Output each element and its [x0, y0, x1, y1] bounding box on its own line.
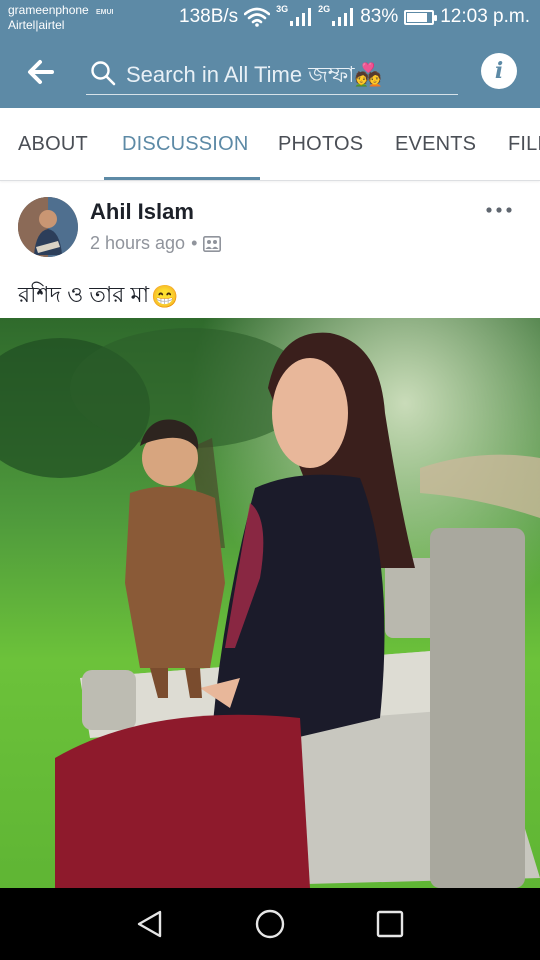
carrier-info: grameenphone Airtel|airtel	[8, 3, 89, 33]
network-type-primary: 3G	[276, 4, 289, 14]
back-triangle-icon[interactable]	[134, 908, 166, 940]
post-photo[interactable]	[0, 318, 540, 888]
search-icon	[91, 61, 116, 86]
clock: 12:03 p.m.	[440, 6, 530, 27]
post-author[interactable]: Ahil Islam	[90, 199, 194, 225]
avatar-photo	[18, 197, 78, 257]
network-speed: 138B/s	[179, 6, 239, 27]
grin-emoji: 😁	[151, 283, 179, 309]
tab-discussion[interactable]: DISCUSSION	[122, 108, 248, 180]
battery-icon	[404, 9, 438, 25]
signal-icon-secondary	[332, 8, 354, 26]
post-text-content: রশিদ ও তার মা	[18, 282, 150, 307]
meta-separator: •	[191, 233, 198, 253]
search-input[interactable]: Search in All Time জম্ফা💑	[86, 52, 458, 95]
recents-square-icon[interactable]	[374, 908, 406, 940]
status-bar: grameenphone Airtel|airtel EMUI 138B/s 3…	[0, 0, 540, 36]
post-meta: 2 hours ago •	[90, 233, 222, 254]
info-icon: i	[494, 58, 504, 84]
group-tabs: ABOUT DISCUSSION PHOTOS EVENTS FILE	[0, 108, 540, 181]
signal-icon	[290, 8, 312, 26]
tab-events[interactable]: EVENTS	[395, 108, 476, 180]
tab-about[interactable]: ABOUT	[18, 108, 88, 180]
wifi-icon	[244, 7, 271, 27]
emui-badge: EMUI	[96, 9, 114, 16]
battery-percent: 83%	[360, 6, 399, 27]
info-button[interactable]: i	[481, 53, 517, 89]
post-time[interactable]: 2 hours ago	[90, 233, 185, 254]
network-type-secondary: 2G	[318, 4, 331, 14]
avatar[interactable]	[18, 197, 78, 257]
status-indicators: 138B/s 3G 2G 83% 12:03 p.m.	[179, 4, 530, 28]
search-query: Search in All Time জম্ফা💑	[126, 58, 382, 95]
navigation-bar	[0, 888, 540, 960]
couple-emoji: 💑	[354, 62, 382, 87]
carrier-secondary: Airtel|airtel	[8, 18, 65, 32]
carrier-primary: grameenphone	[8, 3, 89, 17]
post-text: রশিদ ও তার মা 😁	[18, 278, 179, 315]
home-circle-icon[interactable]	[254, 908, 286, 940]
back-arrow-icon[interactable]	[24, 56, 58, 88]
app-bar: Search in All Time জম্ফা💑 i	[0, 36, 540, 108]
post-header: Ahil Islam 2 hours ago •	[0, 181, 540, 271]
active-tab-indicator	[104, 177, 260, 180]
battery-level	[407, 12, 428, 22]
search-query-text: Search in All Time জম্ফা	[126, 62, 355, 87]
tab-files[interactable]: FILE	[508, 108, 540, 180]
group-icon	[203, 235, 222, 252]
more-options-icon[interactable]	[484, 203, 514, 217]
tab-photos[interactable]: PHOTOS	[278, 108, 363, 180]
